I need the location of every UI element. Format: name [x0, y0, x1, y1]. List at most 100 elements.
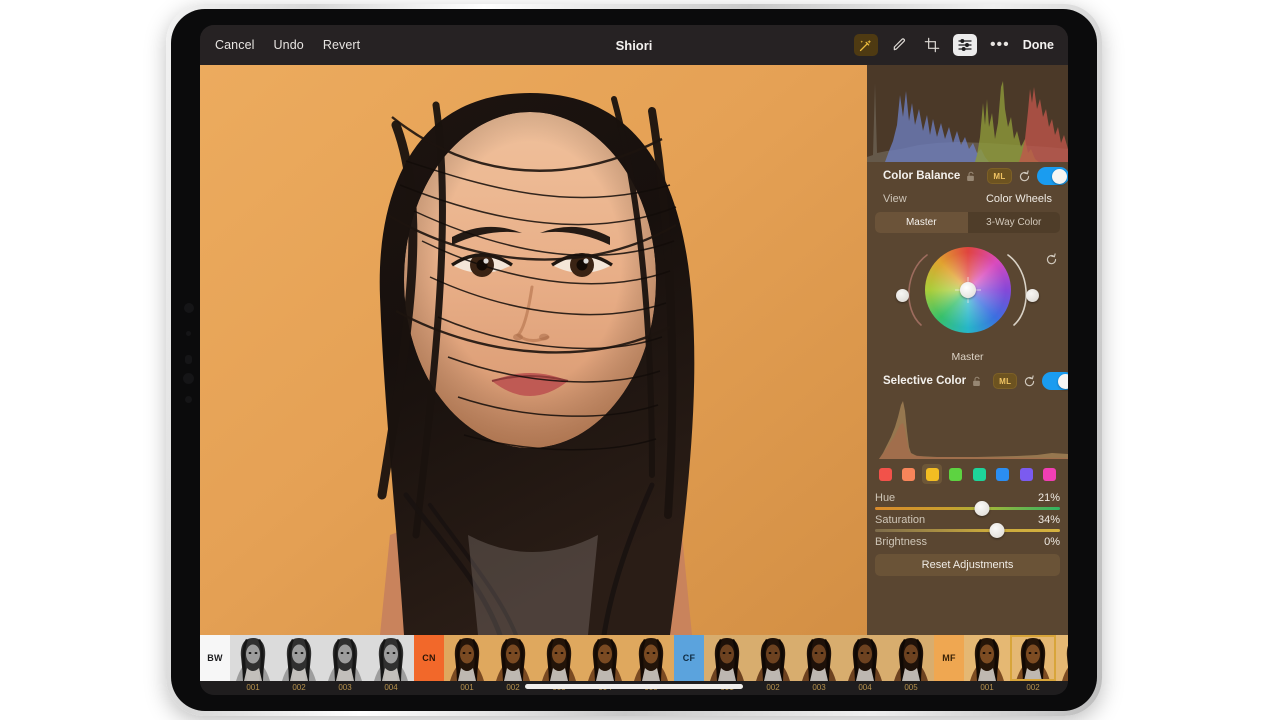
shadow-arc-knob[interactable] [896, 289, 909, 302]
swatch-magenta[interactable] [1040, 464, 1060, 484]
saturation-label: Saturation [875, 514, 926, 526]
swatch-yellow[interactable] [922, 464, 943, 484]
filmstrip-thumbnail-number: 004 [858, 683, 872, 692]
view-label: View [883, 193, 907, 205]
toolbar-left-group: Cancel Undo Revert [200, 38, 360, 52]
view-row[interactable]: View Color Wheels [875, 190, 1060, 212]
hue-slider-header: Hue 21% [875, 492, 1060, 504]
front-camera-icon [184, 303, 194, 313]
swatch-purple[interactable] [1016, 464, 1036, 484]
selective-color-title: Selective Color [883, 375, 967, 387]
editor-toolbar: Cancel Undo Revert Shiori ••• Done [200, 25, 1068, 65]
filmstrip-thumbnail[interactable] [628, 635, 674, 681]
reset-adjustments-button[interactable]: Reset Adjustments [875, 554, 1060, 576]
filmstrip-thumbnail-number: 005 [904, 683, 918, 692]
photo-canvas[interactable] [200, 65, 867, 635]
color-balance-title: Color Balance [883, 170, 961, 182]
unlocked-icon[interactable] [966, 171, 975, 182]
filmstrip-thumbnail[interactable] [276, 635, 322, 681]
depth-sensor-icon [185, 355, 192, 364]
filmstrip-thumbnail-number: 002 [292, 683, 306, 692]
color-balance-ml-badge[interactable]: ML [987, 168, 1012, 184]
filmstrip-thumbnail-selected[interactable] [1010, 635, 1056, 681]
hue-slider-track[interactable] [875, 501, 1060, 516]
selective-color-histogram [867, 397, 1068, 459]
home-indicator [525, 684, 743, 689]
filmstrip-thumbnail[interactable] [230, 635, 276, 681]
filmstrip[interactable]: BW CN CF MF . 001 002 003 004. 001 002 003 004 005. 0… [200, 635, 1068, 695]
saturation-slider-track[interactable] [875, 523, 1060, 538]
done-button[interactable]: Done [1023, 38, 1054, 52]
hue-slider-knob[interactable] [974, 501, 990, 516]
toolbar-right-group: ••• Done [853, 34, 1068, 56]
filmstrip-thumbnail[interactable] [1056, 635, 1068, 681]
filmstrip-thumbnail-number: 003 [1056, 681, 1068, 695]
revert-button[interactable]: Revert [323, 38, 360, 52]
toggle-knob [1052, 168, 1068, 184]
undo-button[interactable]: Undo [274, 38, 304, 52]
num-spacer: . [414, 681, 444, 695]
ir-camera-icon [183, 373, 194, 384]
saturation-slider-row: Saturation 34% [867, 510, 1068, 538]
filmstrip-thumbnail-number: 004 [384, 683, 398, 692]
filmstrip-thumbnail[interactable] [796, 635, 842, 681]
highlight-arc-knob[interactable] [1026, 289, 1039, 302]
segment-3way-color[interactable]: 3-Way Color [968, 212, 1061, 233]
view-value: Color Wheels [985, 193, 1052, 205]
color-balance-toggle[interactable] [1036, 167, 1068, 185]
swatch-green[interactable] [946, 464, 966, 484]
color-wheel-reset-icon[interactable] [1045, 253, 1058, 269]
filmstrip-thumbnail[interactable] [704, 635, 750, 681]
saturation-slider-knob[interactable] [989, 523, 1005, 538]
retouch-icon[interactable] [887, 34, 911, 56]
filmstrip-thumbnail-number: 003 [338, 683, 352, 692]
num-spacer: . [200, 681, 230, 695]
brightness-slider-header: Brightness 0% [875, 536, 1060, 548]
saturation-slider-header: Saturation 34% [875, 514, 1060, 526]
hue-label: Hue [875, 492, 896, 504]
filmstrip-thumbnail[interactable] [582, 635, 628, 681]
filmstrip-thumbnail[interactable] [322, 635, 368, 681]
filmstrip-thumbnail[interactable] [536, 635, 582, 681]
filmstrip-thumbnail[interactable] [490, 635, 536, 681]
filmstrip-thumbnail-number: 001 [460, 683, 474, 692]
filmstrip-thumbnail[interactable] [368, 635, 414, 681]
unlocked-icon[interactable] [972, 376, 981, 387]
selective-color-toggle[interactable] [1042, 372, 1068, 390]
selective-color-header: Selective Color ML [875, 367, 1068, 395]
filmstrip-thumbnail[interactable] [444, 635, 490, 681]
dot-projector-icon [185, 396, 192, 403]
swatch-red[interactable] [875, 464, 895, 484]
adjust-icon[interactable] [952, 34, 977, 56]
filmstrip-thumbnail[interactable] [750, 635, 796, 681]
cancel-button[interactable]: Cancel [215, 38, 255, 52]
brightness-value: 0% [1044, 536, 1060, 548]
num-spacer: . [934, 681, 964, 695]
swatch-orange[interactable] [899, 464, 919, 484]
auto-enhance-icon[interactable] [853, 34, 878, 56]
segment-master[interactable]: Master [875, 212, 968, 233]
color-balance-header: Color Balance ML [875, 162, 1068, 190]
hue-value: 21% [1037, 492, 1060, 504]
brightness-slider-row: Brightness 0% [867, 532, 1068, 548]
swatch-teal[interactable] [969, 464, 989, 484]
filmstrip-thumbnail[interactable] [842, 635, 888, 681]
filmstrip-group-tag-cf[interactable]: CF [674, 635, 704, 681]
more-options-button[interactable]: ••• [986, 37, 1014, 53]
filmstrip-thumbnail-number: 002 [766, 683, 780, 692]
color-wheel-handle[interactable] [959, 282, 976, 298]
selective-color-panel: Selective Color ML [867, 367, 1068, 395]
ipad-screen: Cancel Undo Revert Shiori ••• Done Color… [200, 25, 1068, 695]
filmstrip-group-tag-cn[interactable]: CN [414, 635, 444, 681]
filmstrip-group-tag-bw[interactable]: BW [200, 635, 230, 681]
swatch-blue[interactable] [993, 464, 1013, 484]
filmstrip-thumbnail-number: 001 [980, 683, 994, 692]
filmstrip-thumbnail[interactable] [964, 635, 1010, 681]
filmstrip-thumbnail[interactable] [888, 635, 934, 681]
selective-color-ml-badge[interactable]: ML [993, 373, 1018, 389]
crop-icon[interactable] [920, 34, 944, 56]
saturation-value: 34% [1037, 514, 1060, 526]
selective-color-reset-icon[interactable] [1023, 374, 1036, 388]
color-balance-reset-icon[interactable] [1018, 169, 1031, 183]
filmstrip-group-tag-mf[interactable]: MF [934, 635, 964, 681]
